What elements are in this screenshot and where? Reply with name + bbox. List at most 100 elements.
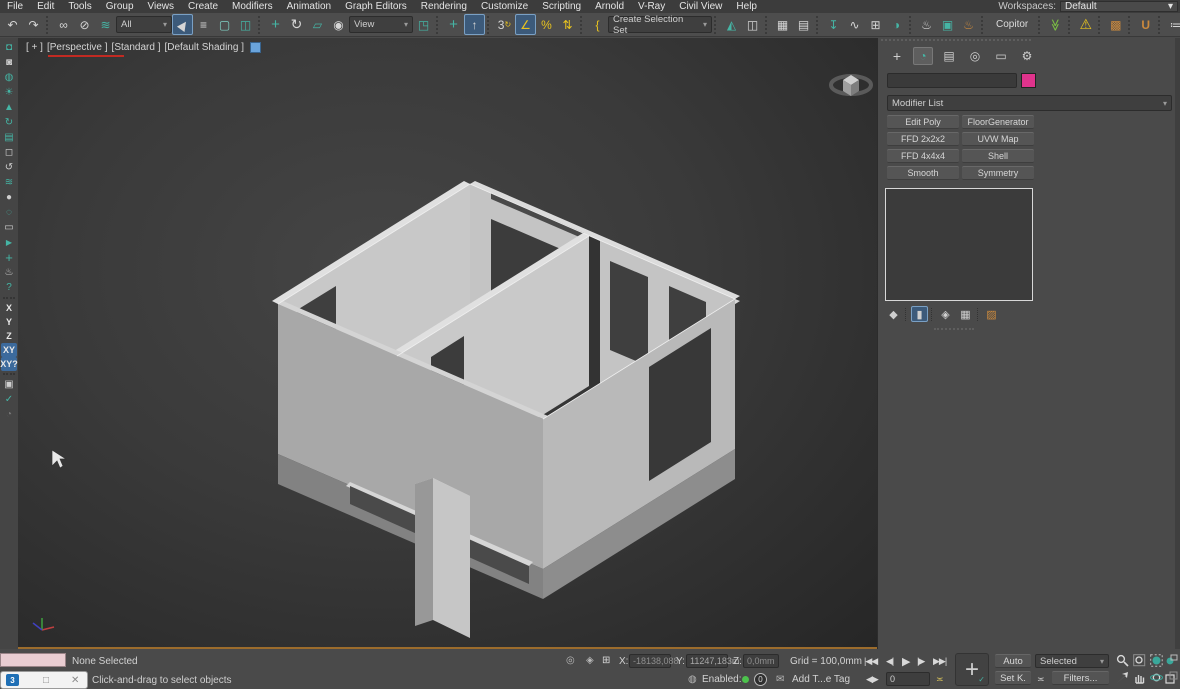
go-to-end-button[interactable]: ▶▶| — [933, 656, 946, 667]
align-button[interactable]: ◫ — [742, 14, 763, 35]
undo-button[interactable]: ↶ — [2, 14, 23, 35]
menu-graph-editors[interactable]: Graph Editors — [338, 1, 414, 12]
orbit-button[interactable] — [1148, 670, 1164, 685]
tab-display[interactable]: ▭ — [991, 47, 1011, 65]
sphere-icon-button[interactable]: ● — [1, 190, 17, 205]
x-coord-field[interactable]: -18138,088 — [629, 654, 671, 668]
make-unique-button[interactable]: ◈ — [937, 306, 954, 322]
select-and-manipulate-button[interactable]: + — [443, 14, 464, 35]
tree-icon-button[interactable]: ▲ — [1, 100, 17, 115]
character-page-icon-button[interactable]: ◻ — [1, 145, 17, 160]
select-and-scale-button[interactable]: ▱ — [307, 14, 328, 35]
plugin-misc-button[interactable]: ≔ — [1165, 14, 1180, 35]
viewport-menu-plus[interactable]: [ + ] — [26, 42, 43, 53]
modifier-button-smooth[interactable]: Smooth — [887, 166, 959, 180]
menu-modifiers[interactable]: Modifiers — [225, 1, 280, 12]
layers-icon-button[interactable]: ≋ — [1, 175, 17, 190]
select-by-name-button[interactable]: ≡ — [193, 14, 214, 35]
page-refresh-icon-button[interactable]: ↻ — [1, 115, 17, 130]
maximize-viewport-toggle[interactable] — [1163, 670, 1179, 685]
viewport-menu-shading[interactable]: [Default Shading ] — [164, 42, 244, 53]
viewport-canvas[interactable] — [18, 38, 878, 649]
menu-file[interactable]: File — [0, 1, 30, 12]
menu-customize[interactable]: Customize — [474, 1, 535, 12]
pin-stack-button[interactable]: ◆ — [885, 306, 902, 322]
selection-filter-dropdown[interactable]: All ▾ — [116, 16, 172, 33]
selection-lock-toggle[interactable]: ◈ — [586, 655, 594, 666]
add-time-tag[interactable]: Add T...e Tag — [792, 674, 850, 685]
menu-rendering[interactable]: Rendering — [414, 1, 474, 12]
perspective-viewport[interactable]: [ + ] [Perspective ] [Standard ] [Defaul… — [18, 38, 878, 649]
check-icon-button[interactable]: ✓ — [1, 392, 17, 407]
maxscript-mini-listener[interactable] — [0, 653, 66, 667]
taskbar-window-preview[interactable]: 3 □ ✕ — [0, 671, 88, 689]
enabled-count-badge[interactable]: 0 — [754, 673, 767, 686]
viewport-menu-pov[interactable]: [Perspective ] — [47, 42, 108, 53]
tab-modify[interactable]: ◔ — [913, 47, 933, 65]
curve-editor-button[interactable]: ∿ — [844, 14, 865, 35]
tab-hierarchy[interactable]: ▤ — [939, 47, 959, 65]
use-pivot-point-center-button[interactable]: ◳ — [413, 14, 434, 35]
toggle-ribbon-button[interactable]: ↧ — [823, 14, 844, 35]
keyboard-shortcut-override-toggle[interactable]: ↑ — [464, 14, 485, 35]
menu-views[interactable]: Views — [141, 1, 182, 12]
copitor-button[interactable]: Copitor — [988, 16, 1036, 34]
configure-modifier-sets-button[interactable]: ▨ — [983, 306, 1000, 322]
unlink-selection-button[interactable]: ⊘ — [74, 14, 95, 35]
toggle-scene-explorer-button[interactable]: ▦ — [772, 14, 793, 35]
menu-edit[interactable]: Edit — [30, 1, 61, 12]
reference-coordinate-system-dropdown[interactable]: View ▾ — [349, 16, 413, 33]
menu-group[interactable]: Group — [99, 1, 141, 12]
tab-create[interactable]: + — [887, 47, 907, 65]
plugin-frame-button[interactable]: ▩ — [1105, 14, 1126, 35]
pan-button[interactable] — [1131, 670, 1147, 685]
menu-tools[interactable]: Tools — [61, 1, 98, 12]
object-color-swatch[interactable] — [1021, 73, 1036, 88]
menu-scripting[interactable]: Scripting — [535, 1, 588, 12]
help-icon-button[interactable]: ? — [1, 280, 17, 295]
menu-animation[interactable]: Animation — [280, 1, 338, 12]
set-key-large-button[interactable]: + ✓ — [955, 653, 989, 686]
named-selection-set-field[interactable]: Create Selection Set ▾ — [608, 16, 712, 33]
select-and-rotate-button[interactable]: ↻ — [286, 14, 307, 35]
menu-help[interactable]: Help — [729, 1, 764, 12]
play-button[interactable]: ▶ — [902, 655, 909, 668]
select-and-link-button[interactable]: ∞ — [53, 14, 74, 35]
modifier-button-uvw-map[interactable]: UVW Map — [962, 132, 1034, 146]
vray-warning-button[interactable]: ⚠ — [1075, 14, 1096, 35]
axis-xy-alt-button[interactable]: XY? — [1, 357, 17, 371]
remove-modifier-button[interactable]: ▦ — [957, 306, 974, 322]
plugin-u-button[interactable]: U — [1135, 14, 1156, 35]
zoom-button[interactable] — [1114, 653, 1130, 668]
zoom-all-button[interactable] — [1131, 653, 1147, 668]
go-to-start-button[interactable]: |◀◀ — [864, 656, 877, 667]
modifier-button-ffd4x4x4[interactable]: FFD 4x4x4 — [887, 149, 959, 163]
angle-snap-toggle[interactable]: ∠ — [515, 14, 536, 35]
select-object-button[interactable]: ▶ — [172, 14, 193, 35]
field-of-view-button[interactable] — [1114, 670, 1130, 685]
current-frame-field[interactable]: 0 — [886, 672, 930, 686]
key-filters-icon-button[interactable]: ≍ — [1037, 674, 1044, 685]
modifier-list-dropdown[interactable]: Modifier List ▾ — [887, 95, 1172, 111]
maximize-icon[interactable]: □ — [43, 675, 49, 686]
grid-plus-icon-button[interactable]: + — [1, 250, 17, 265]
axis-y-button[interactable]: Y — [1, 315, 17, 329]
edit-named-selection-sets-button[interactable]: { — [587, 14, 608, 35]
tab-motion[interactable]: ◎ — [965, 47, 985, 65]
menu-vray[interactable]: V-Ray — [631, 1, 672, 12]
viewport-menu-render-preset[interactable]: [Standard ] — [112, 42, 161, 53]
filters-button[interactable]: Filters... — [1052, 671, 1109, 685]
modifier-button-ffd2x2x2[interactable]: FFD 2x2x2 — [887, 132, 959, 146]
menu-create[interactable]: Create — [181, 1, 225, 12]
z-coord-field[interactable]: 0,0mm — [743, 654, 779, 668]
rendered-frame-window-button[interactable]: ▣ — [937, 14, 958, 35]
modifier-stack-list[interactable] — [885, 188, 1033, 301]
set-key-button[interactable]: Set K. — [995, 671, 1031, 685]
zoom-extents-button[interactable] — [1148, 653, 1164, 668]
list-page-icon-button[interactable]: ▤ — [1, 130, 17, 145]
render-production-button[interactable]: ♨ — [958, 14, 979, 35]
next-frame-button[interactable]: |▶ — [917, 656, 924, 667]
spinner-snap-toggle[interactable]: ⇅ — [557, 14, 578, 35]
select-and-place-button[interactable]: ◉ — [328, 14, 349, 35]
modifier-button-shell[interactable]: Shell — [962, 149, 1034, 163]
